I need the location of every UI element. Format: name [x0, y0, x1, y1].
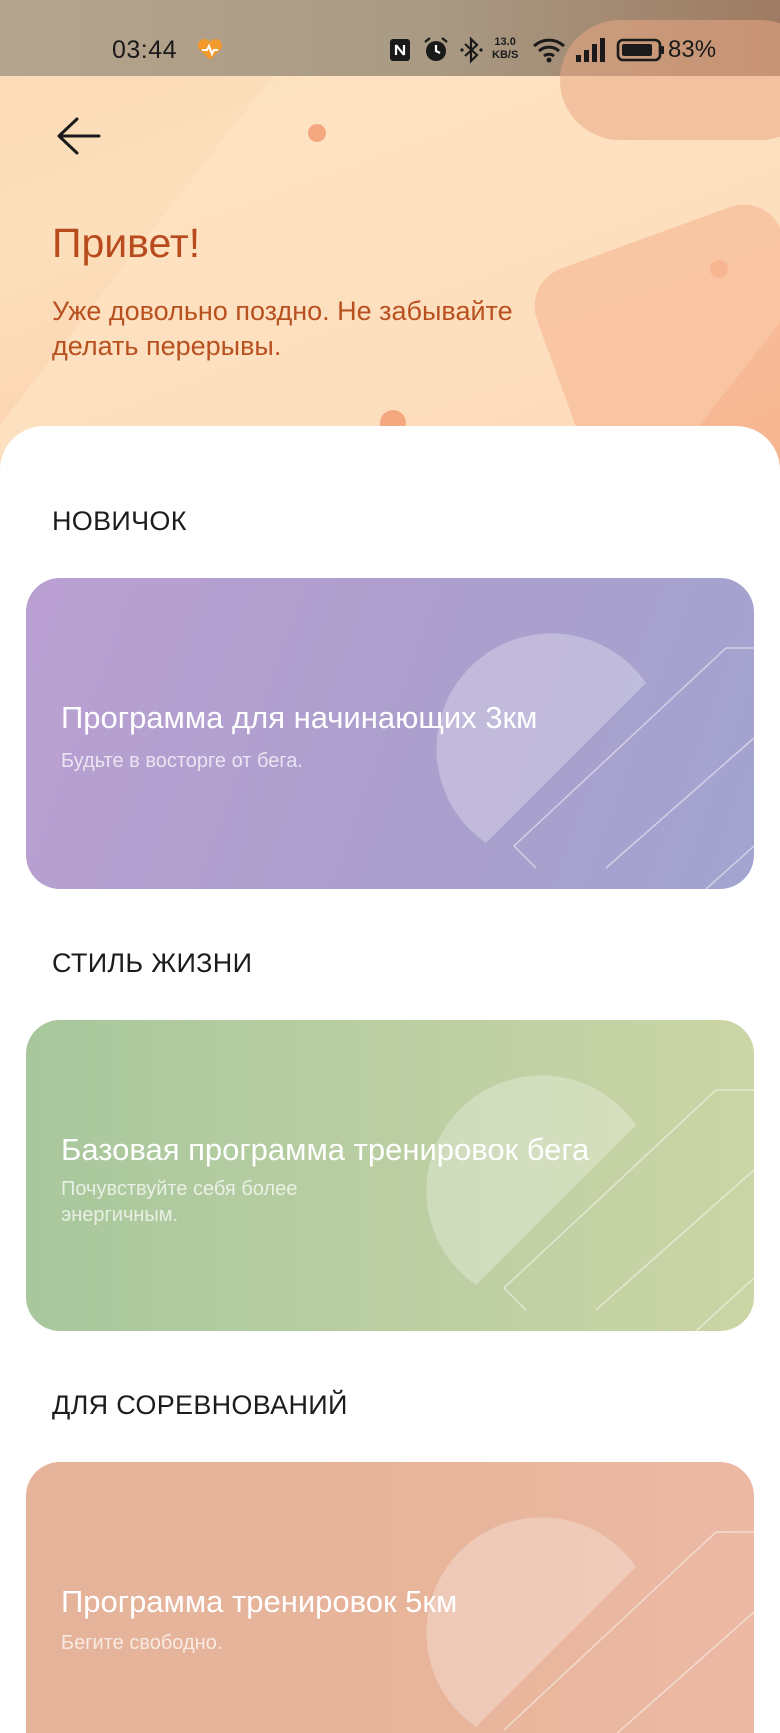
card-subtitle: Будьте в восторге от бега. [61, 750, 303, 772]
wifi-icon [532, 38, 566, 63]
alarm-icon [424, 37, 448, 61]
header-decor-dot [308, 124, 326, 142]
section-title-beginner: НОВИЧОК [52, 506, 187, 536]
back-button[interactable] [50, 112, 106, 160]
battery-icon [616, 38, 664, 62]
network-speed: 13.0 KB/S [492, 36, 518, 62]
network-speed-unit: KB/S [492, 49, 519, 61]
greeting-message: Уже довольно поздно. Не забывайте делать… [52, 296, 513, 361]
status-time: 03:44 [112, 36, 178, 64]
arrow-left-icon [57, 117, 101, 155]
signal-icon [576, 38, 605, 62]
header-decor-dot [710, 260, 728, 278]
program-card-beginner[interactable]: Программа для начинающих 3км Будьте в во… [26, 578, 754, 889]
card-subtitle: Почувствуйте себя более энергичным. [61, 1178, 298, 1226]
bluetooth-icon [460, 36, 483, 64]
battery-percent: 83% [668, 36, 717, 63]
card-title: Базовая программа тренировок бега [61, 1132, 590, 1167]
section-title-competition: ДЛЯ СОРЕВНОВАНИЙ [52, 1390, 348, 1420]
section-title-lifestyle: СТИЛЬ ЖИЗНИ [52, 948, 253, 978]
program-card-competition[interactable]: Программа тренировок 5км Бегите свободно… [26, 1462, 754, 1733]
network-speed-value: 13.0 [494, 36, 516, 48]
card-title: Программа для начинающих 3км [61, 700, 538, 735]
heart-app-icon [197, 38, 223, 60]
card-title: Программа тренировок 5км [61, 1584, 458, 1619]
nfc-icon [390, 39, 410, 61]
program-card-lifestyle[interactable]: Базовая программа тренировок бега Почувс… [26, 1020, 754, 1331]
greeting-title: Привет! [52, 220, 201, 266]
card-subtitle: Бегите свободно. [61, 1632, 223, 1654]
status-bar: 03:44 13.0 KB/S 83% [0, 0, 780, 76]
